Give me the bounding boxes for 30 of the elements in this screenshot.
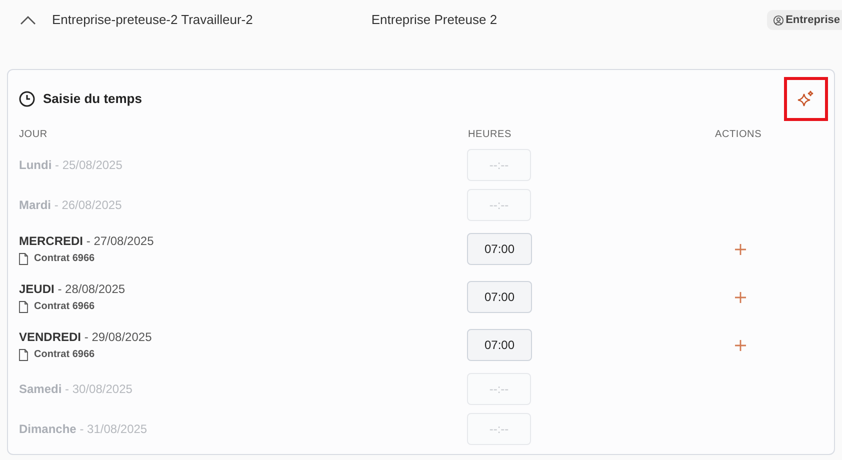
document-icon [19,348,28,360]
card-title: Saisie du temps [43,90,142,108]
document-icon [19,252,28,264]
add-button[interactable] [733,290,747,304]
column-header: ACTIONS [715,128,762,142]
company-name: Entreprise Preteuse 2 [371,11,498,30]
day-label: Mardi - 26/08/2025 [19,197,123,214]
hours-field[interactable]: 07:00 [467,233,532,265]
hours-field[interactable]: 07:00 [467,329,532,361]
day-label: VENDREDI - 29/08/2025 [19,329,153,346]
day-label: Lundi - 25/08/2025 [19,157,124,174]
hours-field[interactable]: 07:00 [467,281,532,313]
day-label: Dimanche - 31/08/2025 [19,421,148,438]
add-button[interactable] [733,242,747,256]
day-label: MERCREDI - 27/08/2025 [19,233,155,250]
worker-name: Entreprise-preteuse-2 Travailleur-2 [52,11,254,30]
document-icon [19,300,28,312]
company-badge: Entreprise [766,10,842,30]
day-label: JEUDI - 28/08/2025 [19,281,126,298]
sparkle-button[interactable] [784,77,828,121]
day-label: Samedi - 30/08/2025 [19,381,134,398]
add-button[interactable] [733,338,747,352]
column-header: HEURES [467,128,512,142]
contract-label: Contrat 6966 [34,300,95,314]
contract-label: Contrat 6966 [34,348,95,362]
clock-icon [19,91,35,107]
sparkle-icon [797,90,815,108]
column-header: JOUR [19,128,48,142]
user-icon [772,14,784,26]
contract-label: Contrat 6966 [34,252,95,266]
